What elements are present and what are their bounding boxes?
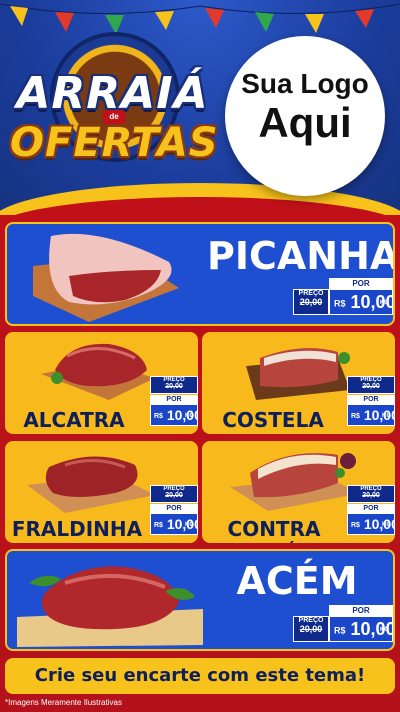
product-name: PICANHA	[207, 234, 395, 278]
old-price: 20,00	[362, 383, 380, 390]
currency-symbol: R$	[334, 625, 346, 636]
unit-label: KG	[380, 300, 389, 306]
currency-symbol: R$	[351, 412, 360, 420]
old-price-box: PREÇO 20,00	[293, 289, 329, 315]
price-tag: PREÇO 20,00 POR R$ 10,00 KG	[293, 278, 393, 322]
product-card-costela: COSTELA PREÇO 20,00 POR R$ 10,00 KG	[202, 332, 395, 434]
header-banner: ARRAIÁ de OFERTAS Sua Logo Aqui	[0, 0, 400, 215]
por-label: POR	[150, 395, 198, 404]
old-price-box: PREÇO 20,00	[293, 616, 329, 642]
por-label: POR	[347, 504, 395, 513]
acem-image	[17, 566, 203, 647]
logo-placeholder-line2: Aqui	[258, 99, 352, 146]
disclaimer-text: *Imagens Meramente Ilustrativas	[5, 698, 122, 707]
price-value-box: R$ 10,00 KG	[329, 289, 393, 315]
product-name: ALCATRA	[23, 408, 125, 432]
product-name: ACÉM	[236, 559, 358, 603]
logo-placeholder-circle: Sua Logo Aqui	[225, 36, 385, 196]
product-name: CONTRA FILÉ	[227, 517, 321, 543]
old-price-box: PREÇO 20,00	[347, 376, 395, 394]
old-price: 20,00	[165, 492, 183, 499]
currency-symbol: R$	[351, 521, 360, 529]
logo-placeholder-line1: Sua Logo	[241, 68, 369, 99]
logo-word-ofertas: OFERTAS	[10, 120, 219, 166]
price-tag: PREÇO 20,00 POR R$ 10,00 KG	[293, 605, 393, 649]
old-price: 20,00	[299, 297, 323, 307]
product-card-fraldinha: FRALDINHA PREÇO 20,00 POR R$ 10,00 KG	[5, 441, 198, 543]
old-price-box: PREÇO 20,00	[347, 485, 395, 503]
unit-label: KG	[382, 522, 391, 528]
flyer-page: ARRAIÁ de OFERTAS Sua Logo Aqui PICANHA …	[0, 0, 400, 712]
currency-symbol: R$	[154, 412, 163, 420]
arraia-de-ofertas-logo: ARRAIÁ de OFERTAS	[10, 28, 219, 198]
currency-symbol: R$	[154, 521, 163, 529]
product-name: FRALDINHA	[11, 517, 143, 541]
unit-label: KG	[380, 627, 389, 633]
currency-symbol: R$	[334, 298, 346, 309]
por-label: POR	[329, 605, 393, 616]
product-card-acem: ACÉM PREÇO 20,00 POR R$ 10,00 KG	[5, 549, 395, 651]
unit-label: KG	[185, 522, 194, 528]
unit-label: KG	[185, 413, 194, 419]
unit-label: KG	[382, 413, 391, 419]
old-price-box: PREÇO 20,00	[150, 376, 198, 394]
old-price-box: PREÇO 20,00	[150, 485, 198, 503]
product-card-picanha: PICANHA PREÇO 20,00 POR R$ 10,00 KG	[5, 222, 395, 326]
old-price: 20,00	[165, 383, 183, 390]
price-value-box: R$ 10,00 KG	[150, 513, 198, 535]
price-tag: PREÇO 20,00 POR R$ 10,00 KG	[144, 376, 198, 428]
price-value-box: R$ 10,00 KG	[329, 616, 393, 642]
product-card-contra-file: CONTRA FILÉ PREÇO 20,00 POR R$ 10,00 KG	[202, 441, 395, 543]
preco-label: PREÇO	[298, 290, 324, 297]
alcatra-image	[41, 343, 155, 400]
picanha-image	[33, 233, 179, 322]
price-value-box: R$ 10,00 KG	[347, 404, 395, 426]
por-label: POR	[150, 504, 198, 513]
old-price: 20,00	[299, 624, 323, 634]
price-tag: PREÇO 20,00 POR R$ 10,00 KG	[144, 485, 198, 537]
fraldinha-image	[27, 456, 155, 513]
por-label: POR	[329, 278, 393, 289]
product-card-alcatra: ALCATRA PREÇO 20,00 POR R$ 10,00 KG	[5, 332, 198, 434]
old-price: 20,00	[362, 492, 380, 499]
costela-image	[246, 348, 350, 400]
product-name: COSTELA	[222, 408, 324, 432]
price-value-box: R$ 10,00 KG	[150, 404, 198, 426]
por-label: POR	[347, 395, 395, 404]
price-tag: PREÇO 20,00 POR R$ 10,00 KG	[341, 376, 395, 428]
preco-label: PREÇO	[298, 617, 324, 624]
price-value-box: R$ 10,00 KG	[347, 513, 395, 535]
price-tag: PREÇO 20,00 POR R$ 10,00 KG	[341, 485, 395, 537]
cta-banner[interactable]: Crie seu encarte com este tema!	[5, 658, 395, 694]
